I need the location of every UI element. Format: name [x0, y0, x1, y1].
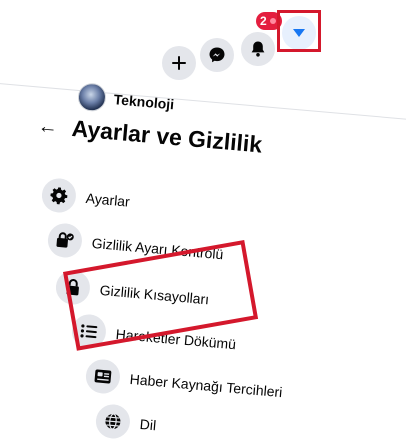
- avatar: [76, 82, 108, 113]
- messenger-icon: [209, 47, 225, 63]
- notifications-button[interactable]: [241, 32, 275, 66]
- bell-icon: [251, 41, 265, 57]
- menu-item-settings[interactable]: Ayarlar: [40, 177, 132, 219]
- badge-dot-icon: [269, 18, 276, 24]
- menu-item-news-feed-preferences[interactable]: Haber Kaynağı Tercihleri: [84, 358, 284, 409]
- news-feed-icon: [84, 358, 122, 395]
- settings-header: ← Ayarlar ve Gizlilik: [37, 112, 263, 159]
- back-arrow-icon[interactable]: ←: [37, 115, 59, 139]
- menu-highlight-box: [277, 10, 321, 52]
- notification-count: 2: [260, 14, 267, 28]
- lock-check-icon: [46, 222, 84, 259]
- create-button[interactable]: [162, 46, 196, 80]
- globe-icon: [94, 403, 132, 440]
- menu-item-label: Ayarlar: [85, 189, 131, 210]
- menu-item-label: Dil: [139, 415, 157, 434]
- page-title: Ayarlar ve Gizlilik: [70, 115, 264, 158]
- menu-item-language[interactable]: Dil: [94, 403, 158, 442]
- plus-icon: [172, 56, 186, 70]
- menu-item-label: Haber Kaynağı Tercihleri: [129, 370, 283, 401]
- messenger-button[interactable]: [200, 38, 234, 72]
- profile-name: Teknoloji: [113, 91, 175, 113]
- gear-icon: [40, 177, 78, 214]
